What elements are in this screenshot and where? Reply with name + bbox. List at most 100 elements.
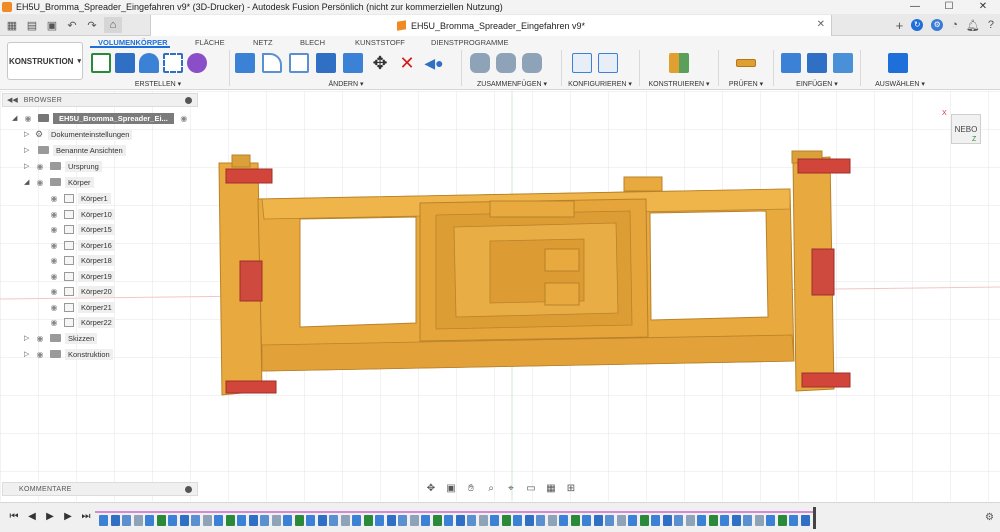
step-forward-icon[interactable]: ▶ — [62, 511, 74, 522]
timeline-feature-icon[interactable] — [168, 515, 177, 526]
expand-arrow-icon[interactable]: ▷ — [24, 162, 34, 170]
tree-item-ursprung[interactable]: ▷ ◉ Ursprung — [24, 159, 102, 173]
online-status-icon[interactable]: ↻ — [911, 19, 924, 31]
group-label-einfuegen[interactable]: EINFÜGEN ▾ — [775, 80, 859, 88]
fillet-icon[interactable] — [262, 53, 282, 73]
tree-item-body[interactable]: ◉ Körper1 — [48, 191, 111, 205]
timeline-feature-icon[interactable] — [570, 515, 580, 526]
create-sketch-icon[interactable] — [91, 53, 111, 73]
move-icon[interactable]: ✥ — [370, 53, 390, 73]
go-to-end-icon[interactable]: ⏭ — [80, 511, 92, 522]
tree-item-dokumenteinstellungen[interactable]: ▷ ⚙ Dokumenteinstellungen — [24, 127, 133, 141]
pan-hand-icon[interactable]: ✋︎ — [464, 483, 478, 494]
timeline-feature-icon[interactable] — [122, 515, 131, 526]
add-tab-icon[interactable]: + — [896, 18, 904, 33]
timeline-feature-icon[interactable] — [662, 515, 672, 526]
timeline-feature-icon[interactable] — [731, 515, 741, 526]
view-cube[interactable]: NEBO — [951, 114, 981, 144]
expand-arrow-icon[interactable]: ◢ — [12, 114, 22, 122]
timeline-feature-icon[interactable] — [340, 515, 350, 526]
save-icon[interactable]: ▣ — [44, 17, 60, 33]
timeline-feature-icon[interactable] — [766, 515, 775, 526]
expand-arrow-icon[interactable]: ▷ — [24, 130, 34, 138]
timeline-feature-icon[interactable] — [605, 515, 614, 526]
visibility-eye-icon[interactable]: ◉ — [48, 210, 60, 219]
timeline-feature-icon[interactable] — [455, 515, 465, 526]
expand-arrow-icon[interactable]: ▷ — [24, 146, 34, 154]
timeline-feature-icon[interactable] — [789, 515, 798, 526]
timeline-feature-icon[interactable] — [444, 515, 453, 526]
timeline-feature-icon[interactable] — [800, 515, 810, 526]
timeline-feature-icon[interactable] — [214, 515, 223, 526]
tree-item-body[interactable]: ◉ Körper20 — [48, 284, 115, 298]
step-back-icon[interactable]: ◀ — [26, 511, 38, 522]
timeline-feature-icon[interactable] — [628, 515, 637, 526]
timeline-feature-icon[interactable] — [99, 515, 108, 526]
tree-item-skizzen[interactable]: ▷ ◉ Skizzen — [24, 331, 98, 345]
insert-mesh-icon[interactable] — [807, 53, 827, 73]
timeline-settings-icon[interactable]: ⚙ — [985, 512, 994, 523]
timeline-feature-icon[interactable] — [582, 515, 591, 526]
notifications-icon[interactable]: 🔔︎ — [966, 19, 980, 32]
view-cube-face[interactable]: NEBO — [955, 125, 978, 134]
grid-settings-icon[interactable]: ▦ — [544, 483, 558, 494]
timeline-feature-icon[interactable] — [708, 515, 718, 526]
visibility-eye-icon[interactable]: ◉ — [48, 225, 60, 234]
timeline-feature-icon[interactable] — [225, 515, 235, 526]
timeline-feature-icon[interactable] — [490, 515, 499, 526]
timeline-feature-icon[interactable] — [202, 515, 212, 526]
timeline-feature-icon[interactable] — [260, 515, 269, 526]
timeline-feature-icon[interactable] — [363, 515, 373, 526]
timeline-feature-icon[interactable] — [559, 515, 568, 526]
combine-icon[interactable] — [343, 53, 363, 73]
timeline-feature-icon[interactable] — [432, 515, 442, 526]
redo-icon[interactable]: ↷ — [84, 17, 100, 33]
job-status-icon[interactable]: ◔ — [951, 19, 958, 31]
form-icon[interactable] — [187, 53, 207, 73]
timeline-feature-icon[interactable] — [685, 515, 695, 526]
timeline-feature-icon[interactable] — [593, 515, 603, 526]
tree-item-benannte-ansichten[interactable]: ▷ Benannte Ansichten — [24, 143, 126, 157]
timeline-feature-icon[interactable] — [317, 515, 327, 526]
visibility-eye-icon[interactable]: ◉ — [34, 334, 46, 343]
timeline-marker[interactable] — [813, 507, 816, 529]
visibility-eye-icon[interactable]: ◉ — [48, 272, 60, 281]
fit-icon[interactable]: ⌖ — [504, 483, 518, 494]
zoom-icon[interactable]: ⌕ — [484, 483, 498, 494]
offset-plane-icon[interactable] — [669, 53, 689, 73]
timeline-feature-icon[interactable] — [674, 515, 683, 526]
visibility-eye-icon[interactable]: ◉ — [48, 241, 60, 250]
timeline-feature-icon[interactable] — [743, 515, 752, 526]
configure-table-icon[interactable] — [598, 53, 618, 73]
timeline-feature-icon[interactable] — [191, 515, 200, 526]
group-label-auswaehlen[interactable]: AUSWÄHLEN ▾ — [862, 80, 938, 88]
group-label-konstruieren[interactable]: KONSTRUIEREN ▾ — [641, 80, 717, 88]
press-pull-icon[interactable] — [235, 53, 255, 73]
expand-arrow-icon[interactable]: ▷ — [24, 334, 34, 342]
document-tab[interactable]: EH5U_Bromma_Spreader_Eingefahren v9* ✕ — [150, 15, 832, 36]
extrude-icon[interactable] — [115, 53, 135, 73]
timeline-feature-icon[interactable] — [179, 515, 189, 526]
visibility-eye-icon[interactable]: ◉ — [48, 318, 60, 327]
visibility-eye-icon[interactable]: ◉ — [34, 162, 46, 171]
select-cursor-icon[interactable] — [888, 53, 908, 73]
insert-canvas-icon[interactable] — [833, 53, 853, 73]
display-settings-icon[interactable]: ▭ — [524, 483, 538, 494]
comments-panel[interactable]: KOMMENTARE — [2, 482, 198, 496]
timeline-feature-icon[interactable] — [513, 515, 522, 526]
go-to-start-icon[interactable]: ⏮ — [8, 511, 20, 522]
tree-item-body[interactable]: ◉ Körper10 — [48, 207, 115, 221]
revolve-icon[interactable] — [139, 53, 159, 73]
joint-origin-icon[interactable] — [522, 53, 542, 73]
delete-icon[interactable]: ✕ — [397, 53, 417, 73]
expand-arrow-icon[interactable]: ▷ — [24, 350, 34, 358]
tree-item-body[interactable]: ◉ Körper21 — [48, 300, 115, 314]
panel-options-icon[interactable] — [185, 96, 192, 104]
collapse-panel-icon[interactable]: ◀◀ — [7, 96, 18, 104]
tree-root[interactable]: ◢ ◉ EH5U_Bromma_Spreader_Ei... ◉ — [12, 111, 190, 125]
physical-material-icon[interactable]: ◀● — [424, 53, 444, 73]
tree-item-konstruktion[interactable]: ▷ ◉ Konstruktion — [24, 347, 113, 361]
timeline-feature-icon[interactable] — [145, 515, 154, 526]
timeline-feature-icon[interactable] — [754, 515, 764, 526]
add-comment-icon[interactable] — [185, 485, 192, 493]
